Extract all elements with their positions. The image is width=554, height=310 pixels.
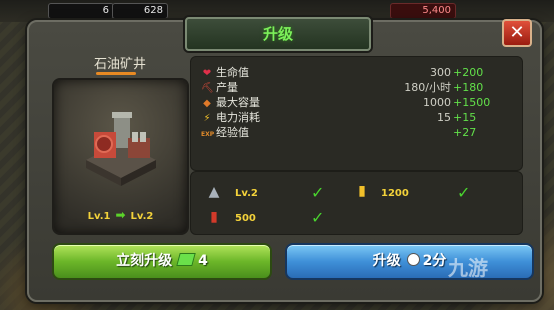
stat-label: 最大容量 bbox=[216, 96, 260, 109]
oil-well-icon bbox=[86, 112, 156, 186]
check-icon: ✓ bbox=[311, 208, 325, 227]
building-card: Lv.1 ➡ Lv.2 bbox=[52, 78, 189, 235]
stat-label: 生命值 bbox=[216, 66, 249, 79]
hud-counter-right: 5,400 bbox=[390, 3, 456, 19]
stat-row-power: ⚡ 电力消耗 15 +15 bbox=[201, 110, 513, 125]
capacity-icon: ◆ bbox=[203, 98, 211, 109]
stat-increase: +180 bbox=[453, 81, 484, 94]
pickaxe-icon: ⛏ bbox=[201, 83, 214, 94]
instant-upgrade-cost: 4 bbox=[198, 253, 208, 269]
stat-current: 15 bbox=[437, 111, 451, 124]
stat-increase: +15 bbox=[453, 111, 477, 124]
gem-icon bbox=[176, 253, 196, 266]
arrow-right-icon: ➡ bbox=[115, 208, 126, 222]
oil-icon: ▮ bbox=[210, 209, 218, 225]
req-oil-amount: 500 bbox=[235, 213, 256, 224]
level-transition: Lv.1 ➡ Lv.2 bbox=[54, 208, 187, 222]
hud-left-value: 6 bbox=[102, 5, 109, 16]
stat-row-hp: ❤ 生命值 300 +200 bbox=[201, 65, 513, 80]
upgrade-label: 升级 bbox=[372, 253, 401, 269]
gold-icon: ▮ bbox=[358, 183, 366, 199]
close-button[interactable]: ✕ bbox=[502, 19, 532, 47]
level-from: Lv.1 bbox=[87, 211, 111, 222]
stat-row-production: ⛏ 产量 180/小时 +180 bbox=[201, 80, 513, 95]
check-icon: ✓ bbox=[311, 183, 325, 202]
stat-current: 1000 bbox=[423, 96, 451, 109]
stats-panel: ❤ 生命值 300 +200 ⛏ 产量 180/小时 +180 ◆ 最大容量 1000… bbox=[190, 56, 523, 171]
stat-row-capacity: ◆ 最大容量 1000 +1500 bbox=[201, 95, 513, 110]
requirements-panel: ▲ Lv.2 ✓ ▮ 1200 ✓ ▮ 500 ✓ bbox=[190, 171, 523, 235]
stat-label: 经验值 bbox=[216, 126, 249, 139]
lightning-icon: ⚡ bbox=[203, 113, 211, 124]
stat-increase: +1500 bbox=[453, 96, 491, 109]
building-name: 石油矿井 bbox=[93, 57, 146, 72]
clock-icon bbox=[406, 253, 420, 266]
building-name-underline bbox=[96, 72, 136, 75]
hud-counter-left: 6 bbox=[48, 3, 114, 19]
upgrade-time: 2分 bbox=[422, 253, 447, 269]
upgrade-button[interactable]: 升级 2分 bbox=[285, 243, 534, 280]
instant-upgrade-label: 立刻升级 bbox=[116, 253, 173, 269]
stat-current: 180/小时 bbox=[404, 81, 451, 94]
heart-icon: ❤ bbox=[202, 68, 212, 79]
stat-label: 产量 bbox=[216, 81, 238, 94]
hud-counter-mid: 628 bbox=[112, 3, 168, 19]
hud-right-value: 5,400 bbox=[422, 5, 451, 16]
dialog-title: 升级 bbox=[185, 17, 371, 51]
level-to: Lv.2 bbox=[130, 211, 154, 222]
check-icon: ✓ bbox=[457, 183, 471, 202]
stat-increase: +200 bbox=[453, 66, 484, 79]
req-hq-level: Lv.2 bbox=[235, 188, 258, 199]
exp-icon: EXP bbox=[201, 131, 215, 138]
stat-increase: +27 bbox=[453, 126, 477, 139]
stat-row-exp: EXP 经验值 +27 bbox=[201, 125, 513, 140]
instant-upgrade-button[interactable]: 立刻升级 4 bbox=[52, 243, 272, 280]
req-gold-amount: 1200 bbox=[381, 188, 409, 199]
headquarters-icon: ▲ bbox=[208, 184, 220, 200]
stat-label: 电力消耗 bbox=[216, 111, 260, 124]
hud-mid-value: 628 bbox=[143, 5, 163, 16]
watermark-logo: 九游 bbox=[448, 256, 488, 280]
stat-current: 300 bbox=[430, 66, 451, 79]
